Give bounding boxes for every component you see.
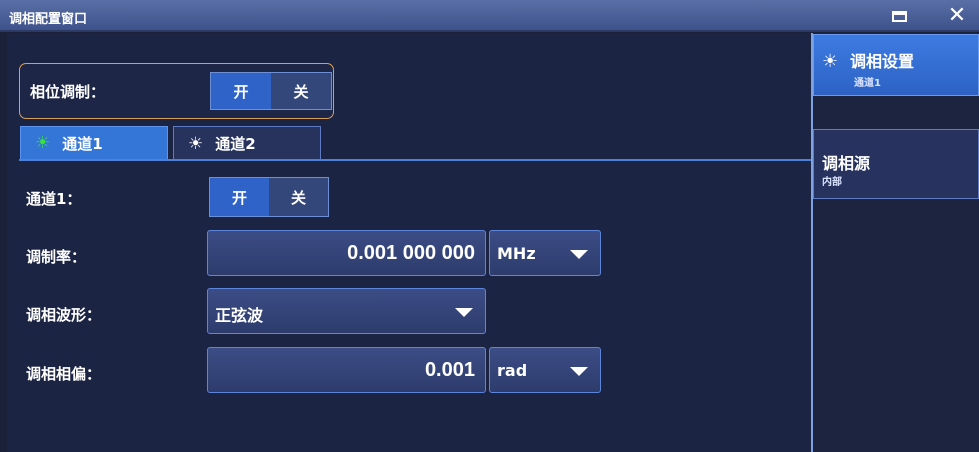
channel-toggle[interactable]: 开 关 — [209, 177, 329, 217]
close-icon: ✕ — [947, 3, 967, 28]
tab-channel-1[interactable]: ☀ 通道1 — [20, 126, 168, 160]
deviation-value: 0.001 — [424, 359, 475, 381]
waveform-value: 正弦波 — [215, 306, 264, 325]
chevron-down-icon — [455, 308, 473, 317]
deviation-input[interactable]: 0.001 — [207, 347, 486, 393]
mod-rate-label: 调制率： — [26, 248, 87, 266]
tab-label: 通道2 — [215, 135, 256, 153]
waveform-label: 调相波形： — [26, 306, 102, 324]
mod-rate-unit: MHz — [497, 244, 536, 263]
phase-modulation-on[interactable]: 开 — [211, 73, 271, 109]
window-title: 调相配置窗口 — [9, 12, 88, 27]
sun-icon: ☀ — [35, 133, 51, 153]
phase-settings-sub: 通道1 — [854, 78, 881, 89]
mod-rate-value: 0.001 000 000 — [347, 242, 475, 264]
chevron-down-icon — [570, 367, 588, 376]
channel-on[interactable]: 开 — [210, 178, 269, 216]
phase-source-sub: 内部 — [822, 177, 842, 188]
phase-modulation-toggle[interactable]: 开 关 — [210, 72, 332, 110]
sun-icon: ☀ — [188, 133, 204, 154]
phase-modulation-off[interactable]: 关 — [271, 73, 331, 109]
main-panel: 相位调制： 开 关 ☀ 通道1 ☀ 通道2 通道1： 开 关 调制率： 0.00… — [7, 33, 811, 452]
tab-underline — [19, 159, 811, 161]
phase-source-button[interactable]: 调相源 内部 — [813, 129, 979, 199]
deviation-label: 调相相偏： — [26, 365, 102, 383]
maximize-button[interactable] — [885, 3, 913, 29]
softkey-panel: ☀ 调相设置 通道1 调相源 内部 — [811, 33, 979, 452]
waveform-select[interactable]: 正弦波 — [207, 288, 486, 334]
deviation-unit-select[interactable]: rad — [489, 347, 601, 393]
deviation-unit: rad — [497, 361, 528, 380]
channel-label: 通道1： — [26, 190, 82, 208]
phase-settings-label: 调相设置 — [850, 52, 915, 71]
phase-source-label: 调相源 — [822, 154, 871, 173]
mod-rate-input[interactable]: 0.001 000 000 — [207, 230, 486, 276]
phase-modulation-group: 相位调制： 开 关 — [19, 63, 334, 119]
tab-label: 通道1 — [62, 134, 103, 153]
mod-rate-unit-select[interactable]: MHz — [489, 230, 601, 276]
title-bar: 调相配置窗口 ✕ — [0, 0, 979, 32]
channel-off[interactable]: 关 — [269, 178, 328, 216]
chevron-down-icon — [570, 250, 588, 259]
maximize-icon — [891, 10, 907, 22]
tab-channel-2[interactable]: ☀ 通道2 — [173, 126, 321, 160]
close-button[interactable]: ✕ — [943, 3, 971, 29]
phase-settings-button[interactable]: ☀ 调相设置 通道1 — [813, 34, 979, 96]
phase-modulation-label: 相位调制： — [30, 83, 106, 101]
sun-icon: ☀ — [822, 51, 839, 72]
